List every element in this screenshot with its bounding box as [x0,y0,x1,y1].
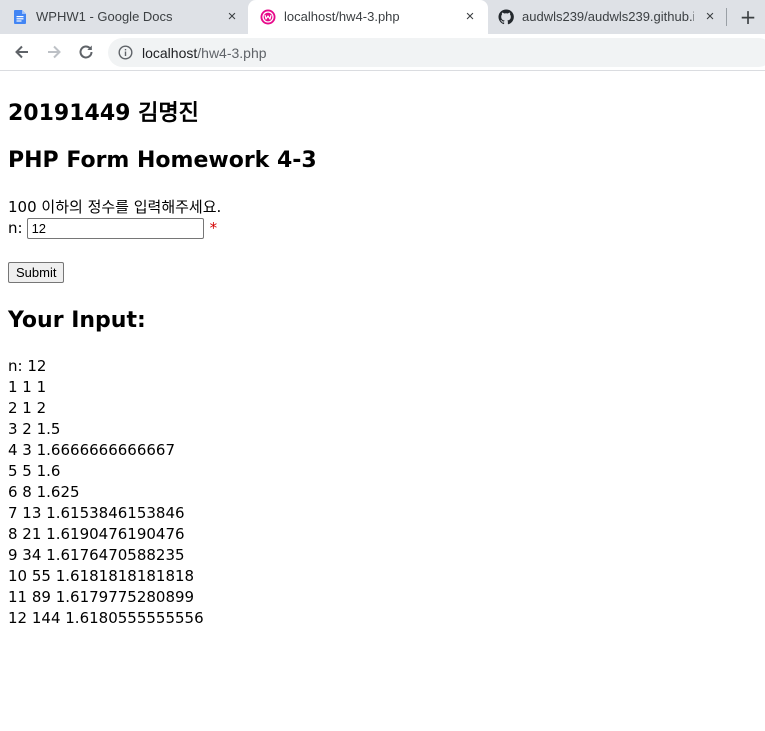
result-row: 5 5 1.6 [8,462,61,480]
n-echo: n: 12 [8,357,47,375]
result-row: 11 89 1.6179775280899 [8,588,195,606]
required-marker: * [209,219,218,237]
student-heading: 20191449 김명진 [8,101,199,126]
form-heading: PHP Form Homework 4-3 [8,148,317,173]
tab-separator [726,8,727,26]
n-label: n: [8,219,23,237]
result-row: 1 1 1 [8,378,47,396]
new-tab-button[interactable]: + [738,7,758,27]
url-host: localhost [142,45,198,61]
result-row: 10 55 1.6181818181818 [8,567,195,585]
wamp-server-icon [260,9,276,25]
result-row: 9 34 1.6176470588235 [8,546,185,564]
n-input[interactable] [26,218,204,239]
submit-button[interactable]: Submit [8,262,65,283]
tab-title: localhost/hw4-3.php [284,9,400,24]
close-tab-icon[interactable]: × [462,9,478,25]
reload-icon[interactable] [76,42,96,62]
result-row: 4 3 1.6666666666667 [8,441,175,459]
tab-strip: WPHW1 - Google Docs × localhost/hw4-3.ph… [0,0,765,34]
tab-localhost-hw4-3[interactable]: localhost/hw4-3.php × [248,0,488,34]
result-row: 2 1 2 [8,399,47,417]
back-arrow-icon[interactable] [12,42,32,62]
result-row: 8 21 1.6190476190476 [8,525,185,543]
result-row: 3 2 1.5 [8,420,61,438]
info-icon[interactable] [118,45,133,60]
result-row: 12 144 1.6180555555556 [8,609,204,627]
n-form-row: n: * [8,218,217,239]
close-tab-icon[interactable]: × [702,9,718,25]
instruction-text: 100 이하의 정수를 입력해주세요. [8,198,222,216]
github-icon [498,9,514,25]
result-list: n: 12 1 1 1 2 1 2 3 2 1.5 4 3 1.66666666… [8,356,204,629]
url-text: localhost/hw4-3.php [142,45,267,61]
url-path: /hw4-3.php [197,45,267,61]
result-row: 6 8 1.625 [8,483,80,501]
tab-github[interactable]: audwls239/audwls239.github.io × [488,0,728,34]
tab-title: WPHW1 - Google Docs [36,9,173,24]
google-docs-icon [12,9,28,25]
tab-google-docs[interactable]: WPHW1 - Google Docs × [0,0,248,34]
result-heading: Your Input: [8,308,146,333]
browser-toolbar: localhost/hw4-3.php [0,34,765,71]
tab-title: audwls239/audwls239.github.io [522,9,694,24]
close-tab-icon[interactable]: × [224,9,240,25]
result-row: 7 13 1.6153846153846 [8,504,185,522]
forward-arrow-icon[interactable] [44,42,64,62]
address-bar[interactable]: localhost/hw4-3.php [108,38,765,67]
